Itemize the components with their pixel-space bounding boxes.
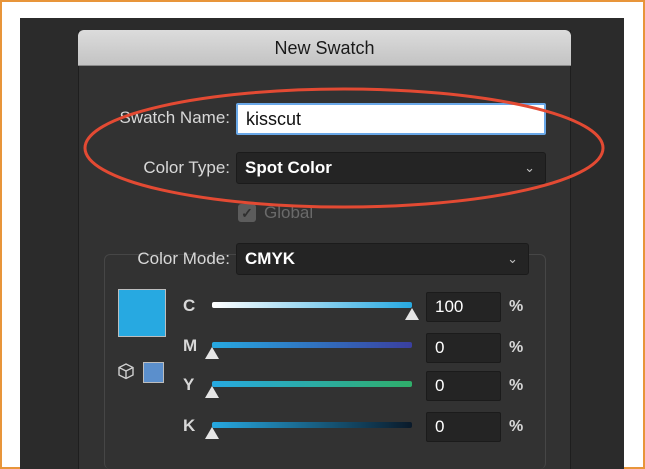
web-safe-swatch[interactable] <box>143 362 164 383</box>
triangle-thumb-icon[interactable] <box>205 386 219 398</box>
slider-track-c[interactable] <box>212 302 412 308</box>
slider-track-m[interactable] <box>212 342 412 348</box>
chevron-down-icon: ⌄ <box>507 251 518 266</box>
slider-track-k[interactable] <box>212 422 412 428</box>
dialog-title: New Swatch <box>78 30 571 66</box>
value-field-m[interactable]: 0 <box>426 333 501 363</box>
color-mode-value: CMYK <box>245 249 296 268</box>
color-type-label: Color Type: <box>143 158 230 177</box>
triangle-thumb-icon[interactable] <box>205 427 219 439</box>
slider-label-c: C <box>183 296 196 315</box>
slider-label-k: K <box>183 416 196 435</box>
value-field-y[interactable]: 0 <box>426 371 501 401</box>
unit-label-m: % <box>509 339 524 356</box>
triangle-thumb-icon[interactable] <box>205 347 219 359</box>
unit-label-y: % <box>509 377 524 394</box>
global-label: Global <box>264 203 314 222</box>
unit-label-k: % <box>509 418 524 435</box>
color-type-select[interactable]: Spot Color ⌄ <box>236 152 546 184</box>
color-preview-swatch <box>118 289 166 337</box>
swatch-name-input[interactable]: kisscut <box>236 103 546 135</box>
triangle-thumb-icon[interactable] <box>405 308 419 320</box>
swatch-name-label: Swatch Name: <box>119 108 230 127</box>
global-checkbox[interactable]: ✓ <box>238 204 256 222</box>
unit-label-c: % <box>509 298 524 315</box>
value-field-k[interactable]: 0 <box>426 412 501 442</box>
slider-label-y: Y <box>183 375 195 394</box>
slider-label-m: M <box>183 336 198 355</box>
value-field-c[interactable]: 100 <box>426 292 501 322</box>
color-mode-label: Color Mode: <box>137 249 230 268</box>
color-type-value: Spot Color <box>245 158 332 177</box>
chevron-down-icon: ⌄ <box>524 160 535 175</box>
cube-icon[interactable] <box>117 362 135 380</box>
slider-track-y[interactable] <box>212 381 412 387</box>
color-mode-select[interactable]: CMYK ⌄ <box>236 243 529 275</box>
